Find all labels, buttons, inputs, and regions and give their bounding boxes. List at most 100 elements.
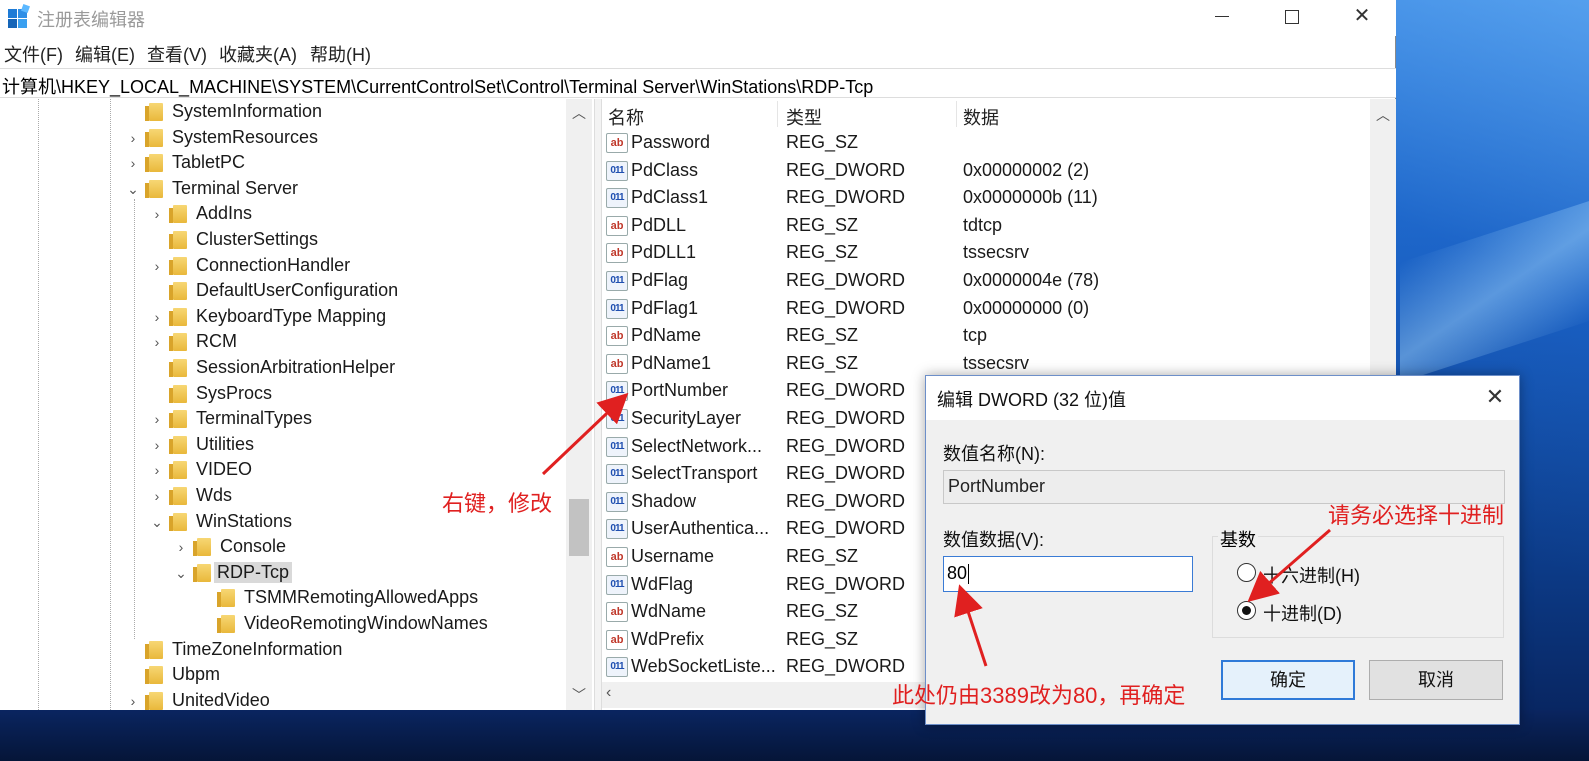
column-name-header[interactable]: 名称 [608,104,644,130]
tree-item-label: Console [220,536,287,557]
folder-icon [145,103,163,121]
string-value-icon: ab [606,602,628,623]
scroll-down-icon[interactable]: ﹀ [566,683,592,707]
expand-icon[interactable]: › [126,693,140,709]
tree-item-label: TimeZoneInformation [172,638,343,659]
decimal-radio-button[interactable] [1237,601,1256,620]
expand-icon[interactable]: › [126,155,140,171]
tree-item-label: TSMMRemotingAllowedApps [244,587,479,608]
annotation-choose-decimal: 请务必选择十进制 [1328,503,1505,528]
tree-item-label: Terminal Server [172,177,299,198]
value-name: SecurityLayer [631,408,742,428]
value-row[interactable]: 011 PdClass REG_DWORD 0x00000002 (2) [602,158,1370,185]
hex-radio-label[interactable]: 十六进制(H) [1263,562,1360,588]
value-type: REG_SZ [786,325,859,346]
folder-icon [169,333,187,352]
collapse-icon[interactable]: ⌄ [150,514,164,530]
base-group-label: 基数 [1218,526,1258,552]
list-header: 名称 类型 数据 [602,99,1370,131]
window-title: 注册表编辑器 [37,10,145,30]
dword-value-icon: 011 [606,271,628,291]
value-name: PortNumber [631,380,729,401]
cancel-button[interactable]: 取消 [1369,660,1503,700]
value-row[interactable]: 011 PdFlag REG_DWORD 0x0000004e (78) [602,268,1370,295]
dword-value-icon: 011 [606,436,628,457]
value-row[interactable]: ab PdName1 REG_SZ tssecsrv [602,351,1370,378]
ok-button[interactable]: 确定 [1221,660,1355,700]
value-row[interactable]: 011 PdFlag1 REG_DWORD 0x00000000 (0) [602,296,1370,323]
value-type: REG_DWORD [786,380,906,401]
expand-icon[interactable]: › [174,539,188,555]
value-row[interactable]: ab PdDLL1 REG_SZ tssecsrv [602,240,1370,267]
decimal-radio-label[interactable]: 十进制(D) [1263,600,1342,626]
tree-item-label: RDP-Tcp [214,561,293,583]
string-value-icon: ab [606,629,628,650]
edit-dword-dialog: 编辑 DWORD (32 位)值 ✕ 数值名称(N): PortNumber 数… [925,375,1520,725]
menu-view[interactable]: 查看(V) [147,41,207,67]
expand-icon[interactable]: › [150,462,164,478]
expand-icon[interactable]: › [150,437,164,453]
close-icon: ✕ [1485,384,1505,409]
value-data: 0x0000004e (78) [963,270,1100,290]
menu-file[interactable]: 文件(F) [4,41,63,67]
value-name: PdFlag [631,270,689,290]
folder-icon [145,128,163,147]
value-name: WebSocketListe... [631,656,776,677]
collapse-icon[interactable]: ⌄ [126,181,140,197]
hex-radio-button[interactable] [1237,563,1256,582]
folder-icon [217,615,235,633]
scroll-left-icon[interactable]: ‹ [606,684,611,702]
menu-edit[interactable]: 编辑(E) [75,41,135,67]
tree-item-label: AddIns [196,203,253,224]
folder-icon [169,410,187,429]
value-row[interactable]: ab PdDLL REG_SZ tdtcp [602,213,1370,240]
minimize-button[interactable] [1187,0,1257,34]
tree-guide-line [110,99,111,710]
value-type: REG_SZ [786,601,859,622]
close-icon: ✕ [1353,5,1371,27]
expand-icon[interactable]: › [150,488,164,504]
folder-icon [169,256,187,275]
column-data-header[interactable]: 数据 [963,104,999,130]
pane-splitter[interactable] [594,99,602,710]
dword-value-icon: 011 [606,657,628,678]
string-value-icon: ab [606,133,628,153]
expand-icon[interactable]: › [126,130,140,146]
dialog-close-button[interactable]: ✕ [1478,382,1512,412]
expand-icon[interactable]: › [150,258,164,274]
text-caret [968,564,970,585]
collapse-icon[interactable]: ⌄ [174,565,188,581]
column-separator[interactable] [777,101,778,127]
column-separator[interactable] [956,101,957,127]
folder-icon [169,384,187,403]
address-bar[interactable]: 计算机\HKEY_LOCAL_MACHINE\SYSTEM\CurrentCon… [0,68,1396,98]
value-name: Username [631,546,715,566]
list-horizontal-scrollbar[interactable]: ‹ [602,682,926,708]
tree-vertical-scrollbar[interactable]: ︿ ﹀ [566,99,592,710]
value-row[interactable]: 011 PdClass1 REG_DWORD 0x0000000b (11) [602,185,1370,212]
value-type: REG_SZ [786,352,859,373]
dword-value-icon: 011 [606,491,628,512]
dword-value-icon: 011 [606,464,628,485]
tree-item-label: TerminalTypes [196,408,313,429]
expand-icon[interactable]: › [150,411,164,427]
string-value-icon: ab [606,215,628,236]
tree-scroll-thumb[interactable] [569,499,589,556]
value-data-input[interactable]: 80 [943,556,1193,592]
close-button[interactable]: ✕ [1327,0,1397,34]
menu-help[interactable]: 帮助(H) [310,41,371,67]
scroll-up-icon[interactable]: ︿ [1370,103,1396,127]
expand-icon[interactable]: › [150,334,164,350]
expand-icon[interactable]: › [150,206,164,222]
expand-icon[interactable]: › [150,309,164,325]
maximize-button[interactable] [1257,0,1327,34]
scroll-up-icon[interactable]: ︿ [566,101,592,125]
folder-icon [145,666,163,685]
value-row[interactable]: ab PdName REG_SZ tcp [602,323,1370,350]
column-type-header[interactable]: 类型 [786,104,822,130]
tree-item-label: VIDEO [196,459,253,480]
value-row[interactable]: ab Password REG_SZ [602,130,1370,157]
menu-favorites[interactable]: 收藏夹(A) [219,41,297,67]
